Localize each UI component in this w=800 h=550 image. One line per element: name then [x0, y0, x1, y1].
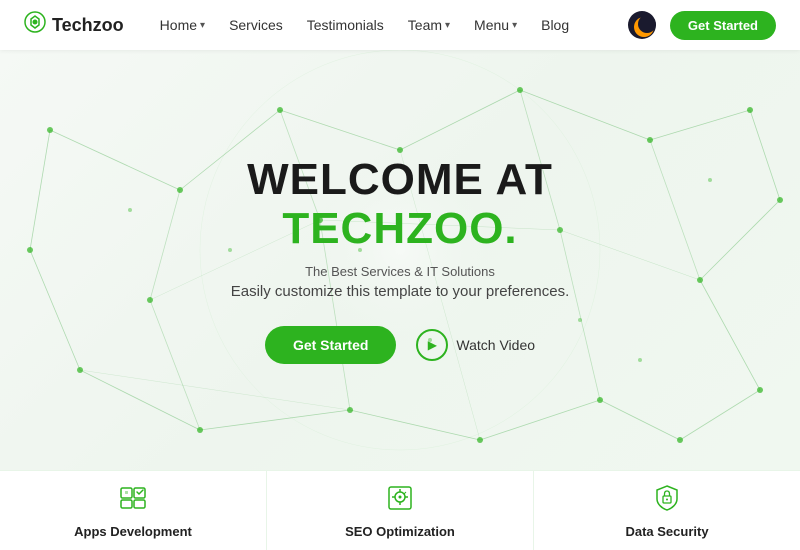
card-seo-label: SEO Optimization [345, 524, 455, 539]
nav-item-services[interactable]: Services [229, 17, 283, 33]
services-cards-section: Apps Development SEO Optimization [0, 470, 800, 550]
card-seo-optimization[interactable]: SEO Optimization [267, 471, 534, 550]
chevron-down-icon: ▾ [512, 20, 517, 31]
hero-watch-video-button[interactable]: ▶ Watch Video [416, 329, 535, 361]
nav-link-menu[interactable]: Menu ▾ [474, 17, 517, 33]
nav-link-services[interactable]: Services [229, 17, 283, 33]
card-data-security[interactable]: Data Security [534, 471, 800, 550]
nav-item-testimonials[interactable]: Testimonials [307, 17, 384, 33]
nav-item-blog[interactable]: Blog [541, 17, 569, 33]
seo-optimization-icon [384, 482, 416, 518]
chevron-down-icon: ▾ [445, 20, 450, 31]
card-security-label: Data Security [625, 524, 708, 539]
card-apps-development[interactable]: Apps Development [0, 471, 267, 550]
nav-link-home[interactable]: Home ▾ [160, 17, 205, 33]
hero-buttons: Get Started ▶ Watch Video [231, 326, 569, 364]
navbar: Techzoo Home ▾ Services Testimonials Tea… [0, 0, 800, 50]
data-security-icon [651, 482, 683, 518]
nav-link-testimonials[interactable]: Testimonials [307, 17, 384, 33]
nav-links: Home ▾ Services Testimonials Team ▾ Menu… [160, 17, 628, 33]
apps-development-icon [117, 482, 149, 518]
logo[interactable]: Techzoo [24, 11, 124, 39]
hero-get-started-button[interactable]: Get Started [265, 326, 396, 364]
hero-description: Easily customize this template to your p… [231, 283, 569, 300]
nav-link-blog[interactable]: Blog [541, 17, 569, 33]
card-apps-label: Apps Development [74, 524, 192, 539]
nav-link-team[interactable]: Team ▾ [408, 17, 450, 33]
nav-item-team[interactable]: Team ▾ [408, 17, 450, 33]
hero-subtitle: The Best Services & IT Solutions [231, 264, 569, 279]
hero-section: WELCOME AT TECHZOO. The Best Services & … [0, 50, 800, 470]
logo-icon [24, 11, 46, 39]
nav-right: Get Started [628, 11, 776, 40]
nav-item-menu[interactable]: Menu ▾ [474, 17, 517, 33]
hero-content: WELCOME AT TECHZOO. The Best Services & … [231, 156, 569, 364]
hero-title: WELCOME AT TECHZOO. [231, 156, 569, 254]
nav-item-home[interactable]: Home ▾ [160, 17, 205, 33]
theme-toggle-button[interactable] [628, 11, 656, 39]
chevron-down-icon: ▾ [200, 20, 205, 31]
nav-cta-button[interactable]: Get Started [670, 11, 776, 40]
brand-name: Techzoo [52, 15, 124, 36]
play-icon: ▶ [416, 329, 448, 361]
